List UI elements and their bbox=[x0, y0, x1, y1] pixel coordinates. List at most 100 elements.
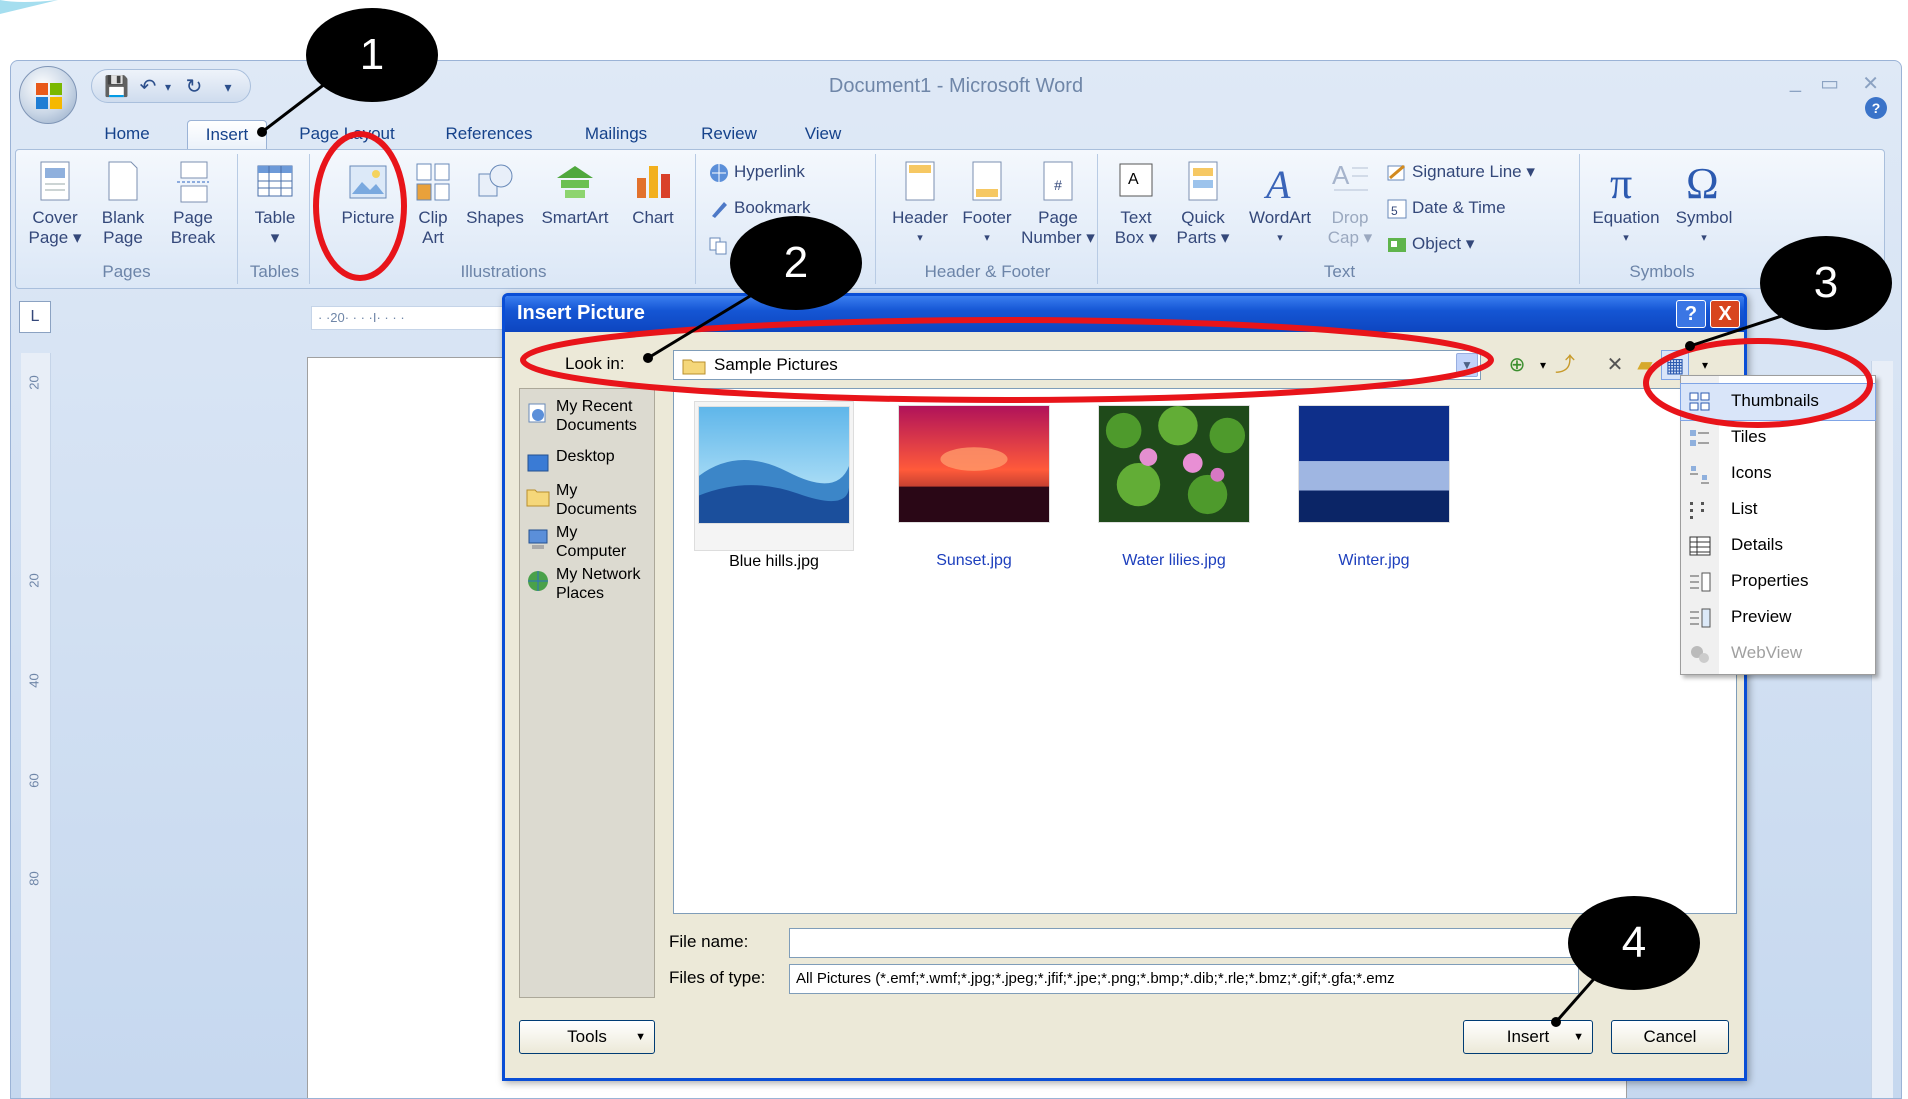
svg-text:5: 5 bbox=[1391, 204, 1398, 218]
tab-selector-button[interactable]: L bbox=[19, 301, 51, 333]
page-number-button[interactable]: # Page Number ▾ bbox=[1020, 160, 1096, 248]
quick-parts-button[interactable]: Quick Parts ▾ bbox=[1170, 160, 1236, 248]
object-button[interactable]: Object ▾ bbox=[1386, 230, 1474, 258]
new-folder-icon[interactable]: ▰ bbox=[1631, 350, 1659, 380]
file-item[interactable]: Blue hills.jpg bbox=[694, 401, 854, 570]
step-callout-3: 3 bbox=[1760, 236, 1892, 330]
up-folder-icon[interactable]: ⤴ bbox=[1551, 350, 1579, 380]
file-item[interactable]: Sunset.jpg bbox=[894, 401, 1054, 569]
blank-page-button[interactable]: Blank Page bbox=[92, 160, 154, 248]
help-icon[interactable]: ? bbox=[1865, 97, 1887, 119]
wordart-button[interactable]: A WordArt ▾ bbox=[1240, 160, 1320, 248]
vruler-mark: 20 bbox=[26, 375, 42, 390]
tab-references[interactable]: References bbox=[437, 120, 541, 150]
menu-item-list[interactable]: List bbox=[1681, 492, 1875, 528]
header-button[interactable]: Header ▾ bbox=[886, 160, 954, 248]
group-illustrations: Picture Clip Art Shapes SmartArt Chart I… bbox=[312, 154, 696, 284]
file-thumbnail bbox=[898, 405, 1050, 523]
clip-art-label-1: Clip bbox=[418, 208, 448, 227]
files-of-type-select[interactable]: All Pictures (*.emf;*.wmf;*.jpg;*.jpeg;*… bbox=[789, 964, 1579, 994]
table-button[interactable]: Table ▾ bbox=[244, 160, 306, 248]
equation-dropdown-arrow: ▾ bbox=[1623, 232, 1629, 244]
header-dropdown-arrow: ▾ bbox=[917, 232, 923, 244]
vertical-ruler[interactable]: 20 20 40 60 80 bbox=[21, 353, 51, 1098]
file-name-input[interactable] bbox=[789, 928, 1579, 958]
chevron-down-icon[interactable]: ▼ bbox=[1573, 1021, 1584, 1053]
drop-cap-icon: A bbox=[1332, 160, 1368, 191]
menu-item-label: Icons bbox=[1731, 463, 1772, 482]
recent-documents-icon bbox=[528, 403, 546, 423]
minimize-button[interactable]: _ bbox=[1790, 71, 1801, 94]
page-break-label-2: Break bbox=[170, 228, 216, 247]
step-callout-1: 1 bbox=[306, 8, 438, 102]
look-in-select[interactable]: Sample Pictures ▼ bbox=[673, 350, 1481, 380]
back-icon[interactable]: ⊕ bbox=[1503, 350, 1531, 380]
group-label-symbols: Symbols bbox=[1629, 262, 1695, 281]
file-item[interactable]: Water lilies.jpg bbox=[1094, 401, 1254, 569]
vruler-mark: 40 bbox=[26, 673, 42, 688]
svg-text:A: A bbox=[1128, 171, 1139, 188]
menu-item-details[interactable]: Details bbox=[1681, 528, 1875, 564]
footer-icon bbox=[972, 161, 1002, 201]
place-my-documents[interactable]: My Documents bbox=[526, 481, 637, 519]
dialog-close-button[interactable]: X bbox=[1710, 300, 1740, 328]
details-view-icon bbox=[1689, 536, 1711, 556]
footer-label: Footer bbox=[962, 208, 1012, 227]
menu-item-tiles[interactable]: Tiles bbox=[1681, 420, 1875, 456]
tab-insert[interactable]: Insert bbox=[187, 120, 267, 150]
signature-line-button[interactable]: Signature Line ▾ bbox=[1386, 158, 1535, 186]
wordart-dropdown-arrow: ▾ bbox=[1277, 232, 1283, 244]
bookmark-icon bbox=[712, 201, 727, 218]
shapes-button[interactable]: Shapes bbox=[462, 160, 528, 228]
delete-icon[interactable]: ✕ bbox=[1601, 350, 1629, 380]
tab-review[interactable]: Review bbox=[691, 120, 767, 150]
horizontal-ruler[interactable]: · ·20· · · ·I· · · · bbox=[311, 306, 531, 330]
cover-page-icon bbox=[40, 161, 70, 201]
tools-label: Tools bbox=[567, 1027, 607, 1046]
footer-button[interactable]: Footer ▾ bbox=[956, 160, 1018, 248]
cancel-button[interactable]: Cancel bbox=[1611, 1020, 1729, 1054]
equation-button[interactable]: π Equation ▾ bbox=[1586, 160, 1666, 248]
page-break-button[interactable]: Page Break bbox=[158, 160, 228, 248]
clip-art-button[interactable]: Clip Art bbox=[408, 160, 458, 248]
wordart-icon: A bbox=[1263, 162, 1291, 204]
place-my-network-places[interactable]: My Network Places bbox=[526, 565, 640, 603]
tab-mailings[interactable]: Mailings bbox=[571, 120, 661, 150]
smartart-button[interactable]: SmartArt bbox=[532, 160, 618, 228]
file-item[interactable]: Winter.jpg bbox=[1294, 401, 1454, 569]
menu-item-label: Thumbnails bbox=[1731, 391, 1819, 410]
shapes-label: Shapes bbox=[466, 208, 524, 227]
insert-button[interactable]: Insert ▼ bbox=[1463, 1020, 1593, 1054]
menu-item-thumbnails[interactable]: Thumbnails bbox=[1680, 383, 1876, 421]
menu-item-preview[interactable]: Preview bbox=[1681, 600, 1875, 636]
maximize-button[interactable]: ▭ bbox=[1820, 71, 1839, 96]
clip-art-icon bbox=[416, 163, 450, 201]
object-label: Object ▾ bbox=[1412, 234, 1475, 253]
place-my-recent-documents[interactable]: My Recent Documents bbox=[526, 397, 637, 435]
picture-button[interactable]: Picture bbox=[332, 160, 404, 228]
chart-button[interactable]: Chart bbox=[620, 160, 686, 228]
date-time-button[interactable]: 5 Date & Time bbox=[1386, 194, 1506, 222]
hyperlink-button[interactable]: Hyperlink bbox=[708, 158, 805, 186]
place-my-computer[interactable]: My Computer bbox=[526, 523, 626, 561]
text-box-button[interactable]: A Text Box ▾ bbox=[1106, 160, 1166, 248]
dialog-help-button[interactable]: ? bbox=[1676, 300, 1706, 328]
my-computer-icon bbox=[528, 529, 548, 549]
office-button[interactable] bbox=[19, 66, 77, 124]
preview-view-icon bbox=[1690, 608, 1711, 628]
dialog-title-bar: Insert Picture ? X bbox=[505, 296, 1744, 332]
symbol-button[interactable]: Ω Symbol ▾ bbox=[1670, 160, 1738, 248]
page-number-label-2: Number ▾ bbox=[1021, 228, 1095, 247]
menu-item-icons[interactable]: Icons bbox=[1681, 456, 1875, 492]
drop-cap-button[interactable]: A Drop Cap ▾ bbox=[1322, 160, 1378, 248]
group-text: A Text Box ▾ Quick Parts ▾ A WordArt ▾ A… bbox=[1100, 154, 1580, 284]
tab-page-layout[interactable]: Page Layout bbox=[291, 120, 403, 150]
close-button[interactable]: ✕ bbox=[1862, 71, 1879, 96]
place-desktop[interactable]: Desktop bbox=[526, 447, 615, 472]
menu-item-properties[interactable]: Properties bbox=[1681, 564, 1875, 600]
tab-view[interactable]: View bbox=[791, 120, 855, 150]
tab-home[interactable]: Home bbox=[91, 120, 163, 150]
chevron-down-icon[interactable]: ▼ bbox=[1456, 353, 1478, 377]
tools-button[interactable]: Tools ▼ bbox=[519, 1020, 655, 1054]
cover-page-button[interactable]: Cover Page ▾ bbox=[24, 160, 86, 248]
